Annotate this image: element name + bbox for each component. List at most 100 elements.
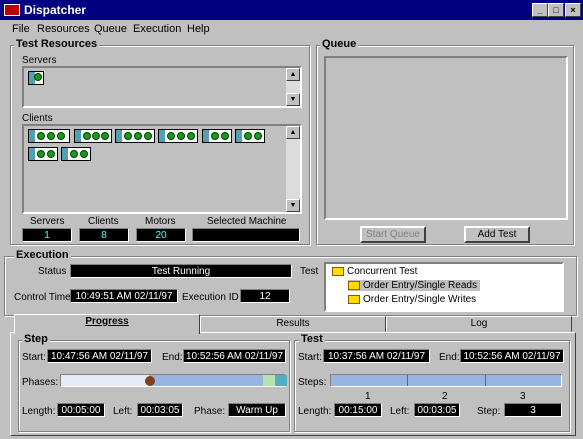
server-chip[interactable] bbox=[28, 71, 44, 85]
maximize-button[interactable]: □ bbox=[548, 3, 564, 17]
phases-bar bbox=[60, 374, 287, 387]
menu-file[interactable]: File bbox=[12, 23, 30, 35]
step-left-value: 00:03:05 bbox=[137, 403, 183, 417]
client-chip[interactable] bbox=[158, 129, 198, 143]
clients-label: Clients bbox=[22, 113, 53, 124]
tree-root[interactable]: Concurrent Test bbox=[332, 266, 417, 277]
scroll-up-icon[interactable]: ▲ bbox=[286, 68, 300, 81]
step-tick-3: 3 bbox=[520, 391, 526, 402]
server-dot bbox=[34, 73, 42, 81]
phase-cooldown-segment bbox=[263, 375, 275, 386]
minimize-button[interactable]: _ bbox=[532, 3, 548, 17]
test-start-label: Start: bbox=[298, 352, 322, 363]
test-title: Test bbox=[299, 333, 325, 345]
client-chip[interactable] bbox=[74, 129, 112, 143]
servers-count-value: 1 bbox=[22, 228, 72, 242]
title-bar: Dispatcher _ □ × bbox=[0, 0, 583, 20]
test-step-label: Step: bbox=[477, 406, 501, 417]
step-title: Step bbox=[22, 333, 50, 345]
tree-root-label: Concurrent Test bbox=[347, 266, 418, 277]
step-tick-2: 2 bbox=[442, 391, 448, 402]
app-icon bbox=[4, 4, 20, 16]
selected-machine-label: Selected Machine bbox=[207, 216, 287, 227]
menu-help[interactable]: Help bbox=[187, 23, 210, 35]
step-tick-1: 1 bbox=[365, 391, 371, 402]
steps-label: Steps: bbox=[298, 377, 327, 388]
control-time-label: Control Time bbox=[14, 292, 71, 303]
test-label: Test bbox=[300, 266, 319, 277]
servers-scrollbar[interactable]: ▲ ▼ bbox=[286, 68, 300, 106]
close-button[interactable]: × bbox=[565, 3, 581, 17]
servers-list[interactable]: ▲ ▼ bbox=[22, 66, 302, 108]
phases-label: Phases: bbox=[22, 377, 59, 388]
clients-count-label: Clients bbox=[88, 216, 119, 227]
status-label: Status bbox=[38, 266, 67, 277]
client-chip[interactable] bbox=[28, 147, 58, 161]
phase-end-segment bbox=[275, 375, 287, 386]
step-start-value: 10:47:56 AM 02/11/97 bbox=[47, 349, 152, 363]
tab-progress[interactable]: Progress bbox=[14, 314, 200, 334]
test-left-label: Left: bbox=[390, 406, 410, 417]
menu-resources[interactable]: Resources bbox=[37, 23, 90, 35]
step-start-label: Start: bbox=[22, 352, 46, 363]
phase-run-segment bbox=[149, 375, 263, 386]
step-length-value: 00:05:00 bbox=[57, 403, 105, 417]
test-resources-title: Test Resources bbox=[14, 38, 100, 50]
phase-progress-marker-icon bbox=[145, 376, 155, 386]
test-step-value: 3 bbox=[504, 403, 562, 417]
scroll-up-icon[interactable]: ▲ bbox=[286, 126, 300, 139]
tree-item-label: Order Entry/Single Reads bbox=[363, 280, 477, 291]
motors-count-label: Motors bbox=[145, 216, 176, 227]
execution-title: Execution bbox=[14, 249, 71, 261]
test-length-value: 00:15:00 bbox=[334, 403, 382, 417]
test-tree[interactable]: Concurrent Test Order Entry/Single Reads… bbox=[324, 262, 564, 312]
execution-id-value: 12 bbox=[240, 289, 290, 303]
tree-item-single-writes[interactable]: Order Entry/Single Writes bbox=[348, 294, 476, 305]
start-queue-button[interactable]: Start Queue bbox=[360, 226, 426, 243]
tree-item-single-reads[interactable]: Order Entry/Single Reads bbox=[348, 280, 480, 291]
steps-bar bbox=[330, 374, 562, 387]
test-end-label: End: bbox=[439, 352, 460, 363]
tab-results[interactable]: Results bbox=[200, 316, 386, 332]
scroll-down-icon[interactable]: ▼ bbox=[286, 199, 300, 212]
motors-count-value: 20 bbox=[136, 228, 186, 242]
client-chip[interactable] bbox=[61, 147, 91, 161]
phase-value: Warm Up bbox=[228, 403, 286, 417]
tree-item-label: Order Entry/Single Writes bbox=[363, 294, 477, 305]
selected-machine-value bbox=[192, 228, 300, 242]
step-end-label: End: bbox=[162, 352, 183, 363]
tab-log[interactable]: Log bbox=[386, 316, 572, 332]
test-end-value: 10:52:56 AM 02/11/97 bbox=[460, 349, 564, 363]
step-divider bbox=[485, 375, 486, 386]
test-start-value: 10:37:56 AM 02/11/97 bbox=[323, 349, 430, 363]
step-end-value: 10:52:56 AM 02/11/97 bbox=[183, 349, 286, 363]
add-test-button[interactable]: Add Test bbox=[464, 226, 530, 243]
phase-warmup-segment bbox=[61, 375, 149, 386]
test-length-label: Length: bbox=[298, 406, 332, 417]
client-chip[interactable] bbox=[235, 129, 265, 143]
folder-icon bbox=[348, 280, 360, 290]
step-length-label: Length: bbox=[22, 406, 56, 417]
client-chip[interactable] bbox=[202, 129, 232, 143]
clients-count-value: 8 bbox=[79, 228, 129, 242]
test-left-value: 00:03:05 bbox=[414, 403, 460, 417]
control-time-value: 10:49:51 AM 02/11/97 bbox=[70, 289, 178, 303]
client-chip[interactable] bbox=[115, 129, 155, 143]
client-chip[interactable] bbox=[28, 129, 70, 143]
folder-icon bbox=[332, 266, 344, 276]
step-divider bbox=[407, 375, 408, 386]
phase-label: Phase: bbox=[194, 406, 226, 417]
scroll-down-icon[interactable]: ▼ bbox=[286, 93, 300, 106]
menu-execution[interactable]: Execution bbox=[133, 23, 181, 35]
folder-icon bbox=[348, 294, 360, 304]
clients-scrollbar[interactable]: ▲ ▼ bbox=[286, 126, 300, 212]
window-title: Dispatcher bbox=[24, 3, 87, 17]
menu-queue[interactable]: Queue bbox=[94, 23, 127, 35]
execution-id-label: Execution ID bbox=[182, 292, 239, 303]
clients-list[interactable]: ▲ ▼ bbox=[22, 124, 302, 214]
queue-list[interactable] bbox=[324, 56, 568, 220]
servers-label: Servers bbox=[22, 55, 57, 66]
queue-title: Queue bbox=[320, 38, 359, 50]
servers-count-label: Servers bbox=[30, 216, 65, 227]
status-value: Test Running bbox=[70, 264, 292, 278]
